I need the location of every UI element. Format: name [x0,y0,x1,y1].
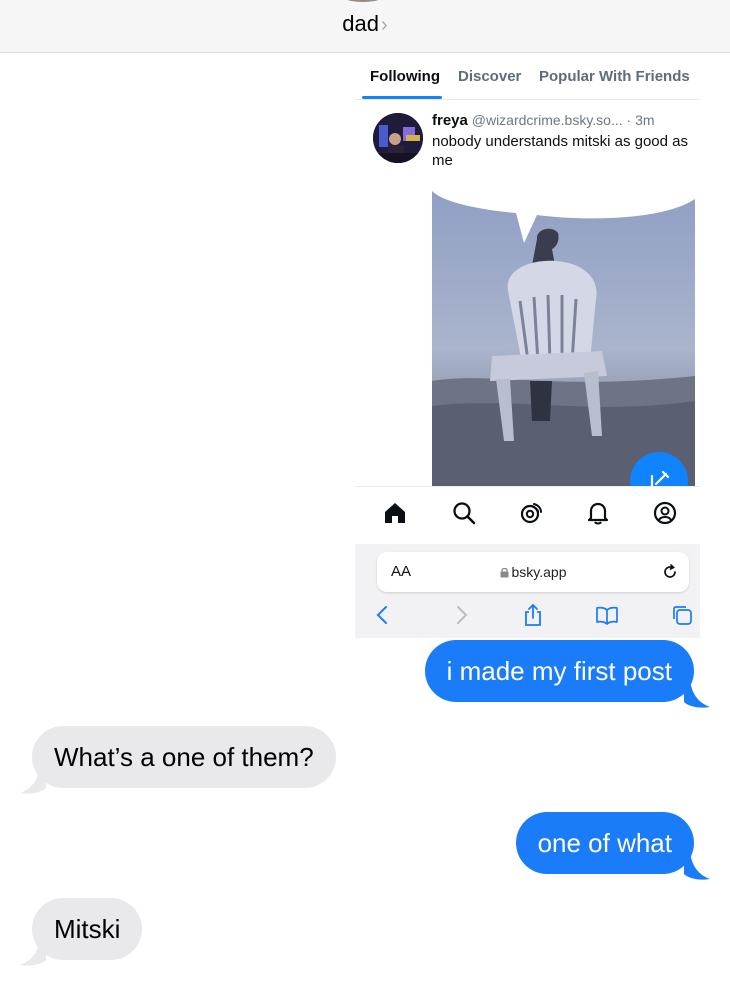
shared-screenshot[interactable]: Following Discover Popular With Friends … [355,55,700,638]
bubble-tail [684,848,710,880]
chevron-right-icon: › [381,14,388,36]
message-text: Mitski [54,914,121,944]
feed-tabs: Following Discover Popular With Friends [355,55,700,99]
share-icon [525,604,541,626]
browser-toolbar: AA bsky.app [355,544,700,638]
notifications-icon [587,502,609,525]
message-text: one of what [537,828,672,858]
url-display: bsky.app [377,564,689,580]
avatar [373,113,423,163]
message-text: What’s a one of them? [54,742,314,772]
bookmarks-icon [596,606,618,625]
contact-name-button[interactable]: dad › [0,11,730,37]
profile-icon [653,501,677,525]
contact-name: dad [342,11,380,36]
post-author: freya [432,112,468,129]
address-bar: AA bsky.app [377,552,689,592]
conversation-header: dad › [0,0,730,53]
received-message-bubble[interactable]: Mitski [32,898,143,960]
message-text: i made my first post [446,656,672,686]
bubble-tail [684,676,710,708]
lock-icon [500,567,508,578]
bottom-nav [355,486,700,545]
tabs-icon [673,606,692,625]
bubble-tail [20,934,46,966]
forward-icon [457,606,468,624]
tab-popular-with-friends: Popular With Friends [539,68,690,85]
tab-following: Following [370,68,440,85]
received-message-bubble[interactable]: What’s a one of them? [32,726,336,788]
sent-message-bubble[interactable]: one of what [515,812,694,874]
divider [355,99,700,100]
reload-icon [664,564,676,578]
back-icon [376,606,387,624]
post-image [432,181,695,486]
post-text: nobody understands mitski as good as me [432,133,688,169]
sent-message-bubble[interactable]: i made my first post [424,640,694,702]
feeds-icon [520,503,542,524]
post-header: freya @wizardcrime.bsky.so... · 3m [432,112,655,129]
tab-discover: Discover [458,68,522,85]
bubble-tail [20,762,46,794]
home-icon [385,503,405,523]
search-icon [453,502,476,525]
post-time: · 3m [626,112,655,128]
contact-avatar[interactable] [335,0,391,2]
post-handle: @wizardcrime.bsky.so... [471,112,623,128]
url-text: bsky.app [511,564,567,580]
